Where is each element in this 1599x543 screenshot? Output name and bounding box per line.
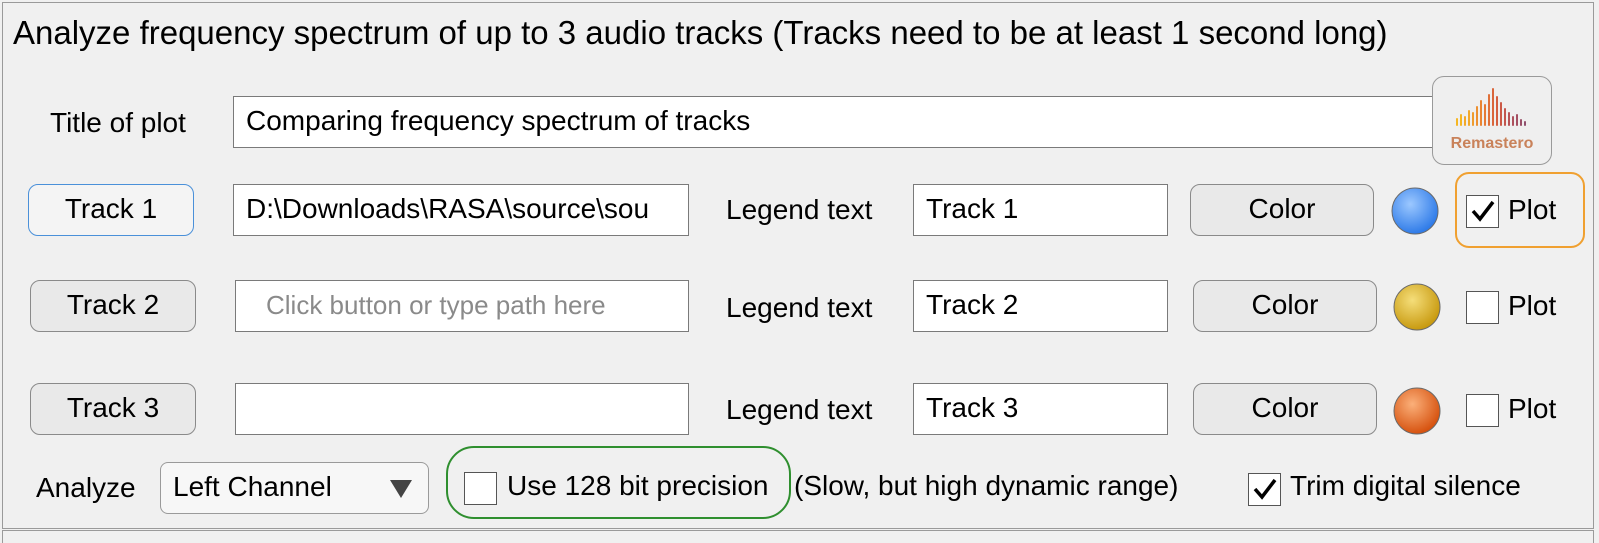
track-1-path-input[interactable]: D:\Downloads\RASA\source\sou bbox=[233, 184, 689, 236]
precision-label: Use 128 bit precision bbox=[507, 470, 769, 501]
next-panel-edge bbox=[2, 530, 1594, 543]
track-2-color-swatch bbox=[1393, 283, 1441, 331]
track-2-plot-label: Plot bbox=[1508, 290, 1557, 321]
track-2-button[interactable]: Track 2 bbox=[30, 280, 196, 332]
precision-note: (Slow, but high dynamic range) bbox=[794, 470, 1179, 501]
track-3-color-button[interactable]: Color bbox=[1193, 383, 1377, 435]
track-3-path-input[interactable] bbox=[235, 383, 689, 435]
track-3-color-swatch bbox=[1393, 387, 1441, 435]
trim-silence-checkbox[interactable] bbox=[1248, 473, 1281, 506]
track-2-legend-input[interactable]: Track 2 bbox=[913, 280, 1168, 332]
waveform-logo-icon bbox=[1456, 88, 1526, 126]
track-2-color-button[interactable]: Color bbox=[1193, 280, 1377, 332]
remastero-logo-button[interactable]: Remastero bbox=[1432, 76, 1552, 165]
track-1-color-button[interactable]: Color bbox=[1190, 184, 1374, 236]
track-3-plot-label: Plot bbox=[1508, 393, 1557, 424]
panel-title: Analyze frequency spectrum of up to 3 au… bbox=[2, 2, 1594, 64]
track-1-plot-checkbox[interactable] bbox=[1466, 195, 1499, 228]
plot-title-input[interactable]: Comparing frequency spectrum of tracks bbox=[233, 96, 1439, 148]
precision-checkbox[interactable] bbox=[464, 472, 497, 505]
track-3-plot-checkbox[interactable] bbox=[1466, 394, 1499, 427]
channel-select-value: Left Channel bbox=[173, 471, 332, 502]
track-1-legend-label: Legend text bbox=[726, 194, 873, 225]
track-3-legend-label: Legend text bbox=[726, 394, 873, 425]
track-3-legend-input[interactable]: Track 3 bbox=[913, 383, 1168, 435]
trim-silence-label: Trim digital silence bbox=[1290, 470, 1521, 501]
track-1-color-swatch bbox=[1391, 187, 1439, 235]
checkmark-icon bbox=[1471, 200, 1495, 222]
track-2-plot-checkbox[interactable] bbox=[1466, 291, 1499, 324]
checkmark-icon bbox=[1253, 478, 1277, 500]
track-2-path-input[interactable]: Click button or type path here bbox=[235, 280, 689, 332]
track-1-plot-label: Plot bbox=[1508, 194, 1557, 225]
dropdown-arrow-icon bbox=[390, 480, 412, 498]
track-2-legend-label: Legend text bbox=[726, 292, 873, 323]
logo-text: Remastero bbox=[1450, 135, 1534, 152]
track-1-button[interactable]: Track 1 bbox=[28, 184, 194, 236]
plot-title-label: Title of plot bbox=[50, 107, 186, 138]
analyze-label: Analyze bbox=[36, 472, 136, 503]
track-3-button[interactable]: Track 3 bbox=[30, 383, 196, 435]
track-1-legend-input[interactable]: Track 1 bbox=[913, 184, 1168, 236]
channel-select[interactable]: Left Channel bbox=[160, 462, 429, 514]
